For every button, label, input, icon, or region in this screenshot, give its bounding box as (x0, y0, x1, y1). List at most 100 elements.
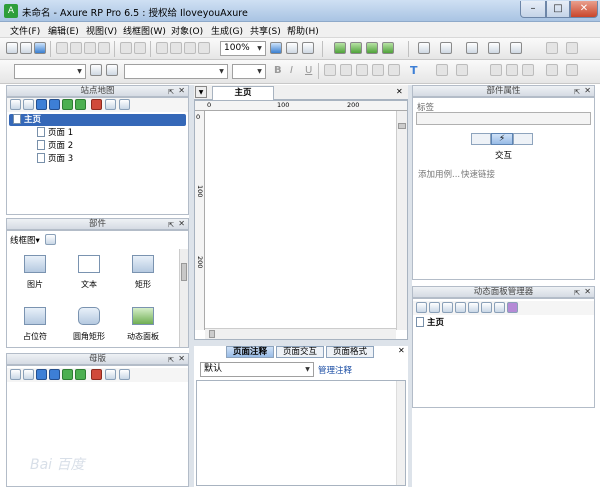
close-icon[interactable]: ✕ (178, 354, 185, 364)
format-tab-icon[interactable] (513, 133, 533, 145)
search-icon[interactable] (45, 234, 56, 245)
move-down-icon[interactable] (455, 302, 466, 313)
widget-rounded-rectangle[interactable]: 圆角矩形 (61, 307, 117, 342)
undo-icon[interactable] (120, 42, 132, 54)
delete-page-icon[interactable] (91, 99, 102, 110)
move-up-icon[interactable] (442, 302, 453, 313)
notes-scrollbar[interactable] (396, 381, 405, 485)
close-icon[interactable]: ✕ (178, 86, 185, 96)
minimize-button[interactable]: – (520, 1, 546, 18)
duplicate-state-icon[interactable] (429, 302, 440, 313)
widget-dynamic-panel[interactable]: 动态面板 (115, 307, 171, 342)
text-color-button[interactable]: T (410, 64, 418, 77)
canvas-horizontal-scrollbar[interactable] (205, 328, 396, 339)
bullet-icon[interactable] (388, 64, 400, 76)
sitemap-item-page-2[interactable]: 页面 2 (37, 140, 73, 152)
edit-state-icon[interactable] (468, 302, 479, 313)
close-icon[interactable]: ✕ (584, 86, 591, 96)
arrow-style-icon[interactable] (510, 42, 522, 54)
share-icon[interactable] (382, 42, 394, 54)
menu-generate[interactable]: 生成(G) (211, 24, 243, 37)
open-file-icon[interactable] (20, 42, 32, 54)
lock-icon[interactable] (522, 64, 534, 76)
master-usage-icon[interactable] (105, 369, 116, 380)
pin-icon[interactable]: ⇱ (168, 87, 174, 97)
group-icon[interactable] (156, 42, 168, 54)
font-family-select[interactable]: ▼ (124, 64, 228, 79)
sitemap-root[interactable]: 主页 (9, 114, 186, 126)
pin-icon[interactable]: ⇱ (574, 288, 580, 298)
indent-icon[interactable] (62, 99, 73, 110)
tab-home[interactable]: 主页 (212, 86, 274, 100)
menu-wireframe[interactable]: 线框图(W) (123, 24, 166, 37)
widget-library-select[interactable]: 线框图▾ (10, 234, 40, 246)
delete-state-icon[interactable] (481, 302, 492, 313)
bold-button[interactable]: B (274, 65, 282, 76)
zoom-select[interactable]: 100% ▼ (220, 41, 266, 56)
height-icon[interactable] (506, 64, 518, 76)
publish-icon[interactable] (366, 42, 378, 54)
outdent-icon[interactable] (75, 369, 86, 380)
underline-button[interactable]: U (305, 65, 312, 76)
menu-view[interactable]: 视图(V) (86, 24, 117, 37)
widget-image[interactable]: 图片 (7, 255, 63, 290)
notes-tab-icon[interactable] (471, 133, 491, 145)
size-icon[interactable] (456, 64, 468, 76)
align-right-icon[interactable] (356, 64, 368, 76)
save-icon[interactable] (34, 42, 46, 54)
line-style-icon[interactable] (488, 42, 500, 54)
format-painter-icon[interactable] (98, 42, 110, 54)
width-icon[interactable] (490, 64, 502, 76)
move-up-icon[interactable] (36, 369, 47, 380)
indent-icon[interactable] (62, 369, 73, 380)
more-icon[interactable] (566, 64, 578, 76)
send-back-icon[interactable] (198, 42, 210, 54)
filter-icon[interactable] (507, 302, 518, 313)
canvas-vertical-scrollbar[interactable] (396, 111, 407, 330)
add-state-icon[interactable] (416, 302, 427, 313)
widget-text[interactable]: 文本 (61, 255, 117, 290)
cut-icon[interactable] (56, 42, 68, 54)
fill-color-icon[interactable] (418, 42, 430, 54)
redo-icon[interactable] (134, 42, 146, 54)
outdent-icon[interactable] (75, 99, 86, 110)
align-justify-icon[interactable] (372, 64, 384, 76)
preview-icon[interactable] (334, 42, 346, 54)
menu-help[interactable]: 帮助(H) (287, 24, 319, 37)
copy-icon[interactable] (70, 42, 82, 54)
add-page-icon[interactable] (10, 99, 21, 110)
style-editor-icon[interactable] (90, 64, 102, 76)
pin-icon[interactable]: ⇱ (168, 355, 174, 365)
new-file-icon[interactable] (6, 42, 18, 54)
style-select[interactable]: ▼ (14, 64, 86, 79)
search-icon[interactable] (119, 99, 130, 110)
label-input[interactable] (416, 112, 591, 125)
menu-edit[interactable]: 编辑(E) (48, 24, 79, 37)
menu-share[interactable]: 共享(S) (250, 24, 281, 37)
add-folder-icon[interactable] (23, 369, 34, 380)
move-up-icon[interactable] (36, 99, 47, 110)
tab-page-format[interactable]: 页面格式 (326, 346, 374, 358)
align-left-icon[interactable] (324, 64, 336, 76)
delete-master-icon[interactable] (91, 369, 102, 380)
move-down-icon[interactable] (49, 99, 60, 110)
search-icon[interactable] (119, 369, 130, 380)
close-icon[interactable]: ✕ (396, 87, 403, 96)
quick-link[interactable]: 快速链接 (461, 168, 495, 180)
add-folder-icon[interactable] (23, 99, 34, 110)
line-width-icon[interactable] (466, 42, 478, 54)
design-canvas[interactable]: 0 100 200 0 100 200 (194, 100, 408, 340)
dynamic-panel-root[interactable]: 主页 (416, 317, 444, 329)
widget-placeholder[interactable]: 占位符 (7, 307, 63, 342)
generate-prototype-icon[interactable] (350, 42, 362, 54)
close-icon[interactable]: ✕ (398, 346, 405, 355)
sitemap-item-page-3[interactable]: 页面 3 (37, 153, 73, 165)
distribute-icon[interactable] (566, 42, 578, 54)
format-brush-icon[interactable] (106, 64, 118, 76)
notes-textarea[interactable] (196, 380, 406, 486)
align-icon[interactable] (546, 42, 558, 54)
canvas-hscroll-thumb[interactable] (209, 330, 215, 338)
sitemap-item-page-1[interactable]: 页面 1 (37, 127, 73, 139)
tab-page-notes[interactable]: 页面注释 (226, 346, 274, 358)
widgets-scrollbar[interactable] (179, 249, 188, 347)
